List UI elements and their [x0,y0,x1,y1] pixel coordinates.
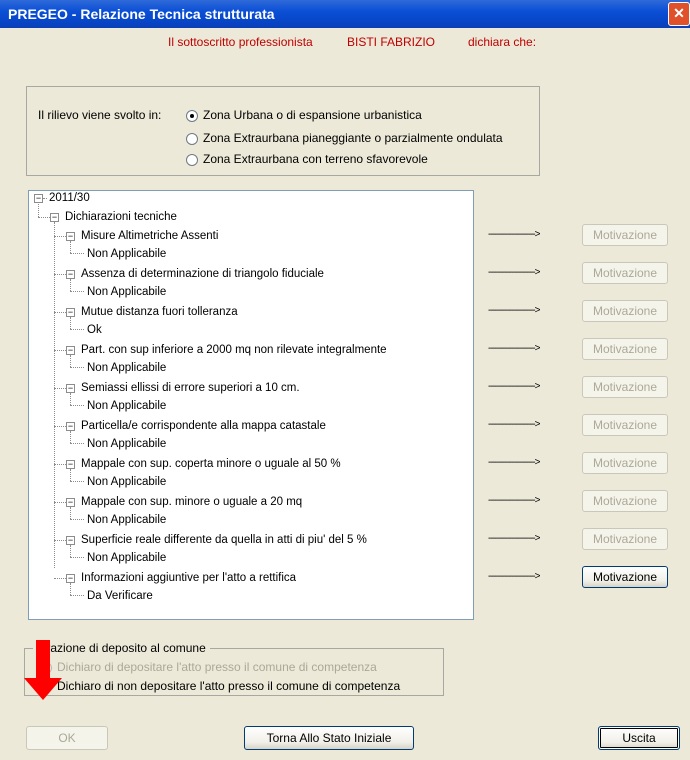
tree-item-label[interactable]: Mappale con sup. minore o uguale a 20 mq [81,495,302,509]
tree-item-label[interactable]: Mappale con sup. coperta minore o uguale… [81,457,341,471]
collapse-icon[interactable]: − [50,213,59,222]
connector-arrow: --------------------> [488,305,540,316]
radio-zona-extraurbana-pianeggiante[interactable] [186,133,198,145]
radio-label-non-deposita: Dichiaro di non depositare l'atto presso… [57,679,401,693]
collapse-icon[interactable]: − [34,194,43,203]
tree-item-status: Non Applicabile [87,476,167,488]
collapse-icon[interactable]: − [66,232,75,241]
connector-arrow: --------------------> [488,419,540,430]
collapse-icon[interactable]: − [66,422,75,431]
motivazione-button[interactable]: Motivazione [582,452,668,474]
connector-arrow: --------------------> [488,267,540,278]
connector-arrow: --------------------> [488,457,540,468]
connector-arrow: --------------------> [488,533,540,544]
tree-item-status: Non Applicabile [87,438,167,450]
red-arrow-annotation [24,640,62,700]
declaration-suffix: dichiara che: [468,35,537,49]
collapse-icon[interactable]: − [66,346,75,355]
motivazione-button[interactable]: Motivazione [582,528,668,550]
connector-arrow: --------------------> [488,229,540,240]
tree-root[interactable]: 2011/30 [49,191,90,205]
tree-item-status: Ok [87,324,102,336]
tree-item-label[interactable]: Superficie reale differente da quella in… [81,533,367,547]
tree-item-status: Non Applicabile [87,552,167,564]
connector-arrow: --------------------> [488,571,540,582]
motivazione-button[interactable]: Motivazione [582,262,668,284]
tree-item-label[interactable]: Informazioni aggiuntive per l'atto a ret… [81,571,296,585]
declaration-prefix: Il sottoscritto professionista [168,35,313,49]
radio-zona-extraurbana-sfavorevole[interactable] [186,154,198,166]
connector-arrow: --------------------> [488,495,540,506]
tree-item-label[interactable]: Particella/e corrispondente alla mappa c… [81,419,326,433]
radio-label-zona-urbana: Zona Urbana o di espansione urbanistica [203,108,422,122]
close-button[interactable]: ✕ [668,2,690,26]
motivazione-button[interactable]: Motivazione [582,376,668,398]
collapse-icon[interactable]: − [66,536,75,545]
radio-label-deposita: Dichiaro di depositare l'atto presso il … [57,660,377,674]
professional-name: BISTI FABRIZIO [347,35,436,49]
exit-button[interactable]: Uscita [598,726,680,750]
collapse-icon[interactable]: − [66,308,75,317]
declarations-tree[interactable]: − 2011/30 − Dichiarazioni tecniche − Misu… [28,190,474,620]
radio-zona-urbana[interactable] [186,110,198,122]
tree-item-status: Da Verificare [87,590,153,602]
ok-button[interactable]: OK [26,726,108,750]
tree-item-status: Non Applicabile [87,248,167,260]
collapse-icon[interactable]: − [66,574,75,583]
tree-item-status: Non Applicabile [87,514,167,526]
radio-label-zona-extraurbana-pianeggiante: Zona Extraurbana pianeggiante o parzialm… [203,131,503,145]
tree-item-status: Non Applicabile [87,362,167,374]
motivazione-button[interactable]: Motivazione [582,490,668,512]
window-title: PREGEO - Relazione Tecnica strutturata [8,6,275,22]
tree-section[interactable]: Dichiarazioni tecniche [65,210,177,224]
tree-item-label[interactable]: Assenza di determinazione di triangolo f… [81,267,324,281]
survey-label: Il rilievo viene svolto in: [38,108,162,122]
motivazione-button[interactable]: Motivazione [582,224,668,246]
tree-item-label[interactable]: Misure Altimetriche Assenti [81,229,218,243]
motivazione-button[interactable]: Motivazione [582,414,668,436]
tree-item-status: Non Applicabile [87,400,167,412]
motivazione-button[interactable]: Motivazione [582,338,668,360]
collapse-icon[interactable]: − [66,384,75,393]
tree-item-label[interactable]: Semiassi ellissi di errore superiori a 1… [81,381,300,395]
collapse-icon[interactable]: − [66,498,75,507]
reset-button[interactable]: Torna Allo Stato Iniziale [244,726,414,750]
collapse-icon[interactable]: − [66,460,75,469]
motivazione-button[interactable]: Motivazione [582,566,668,588]
tree-item-status: Non Applicabile [87,286,167,298]
connector-arrow: --------------------> [488,381,540,392]
tree-item-label[interactable]: Mutue distanza fuori tolleranza [81,305,238,319]
collapse-icon[interactable]: − [66,270,75,279]
motivazione-button[interactable]: Motivazione [582,300,668,322]
tree-item-label[interactable]: Part. con sup inferiore a 2000 mq non ri… [81,343,387,357]
connector-arrow: --------------------> [488,343,540,354]
radio-label-zona-extraurbana-sfavorevole: Zona Extraurbana con terreno sfavorevole [203,152,428,166]
